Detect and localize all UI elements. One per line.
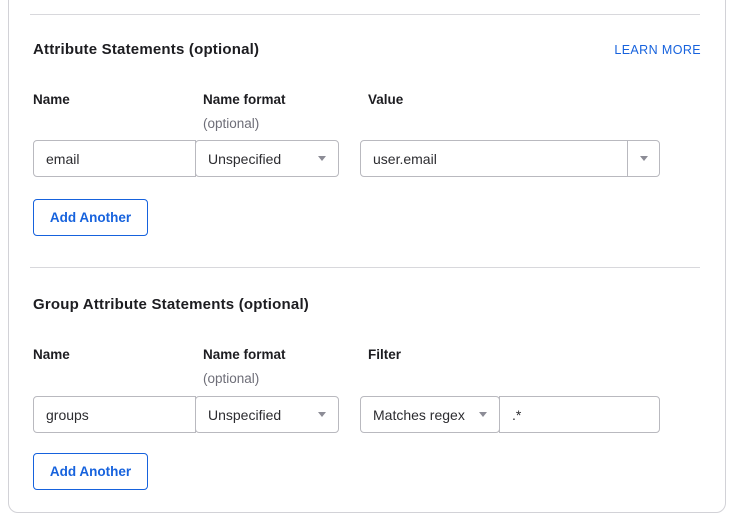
chevron-down-icon bbox=[318, 412, 326, 417]
learn-more-link[interactable]: LEARN MORE bbox=[614, 43, 701, 57]
filter-column-header: Filter bbox=[368, 347, 401, 362]
attr-name-format-select[interactable]: Unspecified bbox=[195, 140, 339, 177]
group-name-format-select[interactable]: Unspecified bbox=[195, 396, 339, 433]
add-another-group-attribute-button[interactable]: Add Another bbox=[33, 453, 148, 490]
attr-value-dropdown-button[interactable] bbox=[627, 140, 660, 177]
chevron-down-icon bbox=[479, 412, 487, 417]
name-format-optional-label: (optional) bbox=[203, 116, 259, 131]
attribute-statements-title: Attribute Statements (optional) bbox=[33, 41, 259, 58]
filter-value-input[interactable] bbox=[499, 396, 660, 433]
filter-type-select[interactable]: Matches regex bbox=[360, 396, 500, 433]
group-attribute-statements-title: Group Attribute Statements (optional) bbox=[33, 296, 309, 313]
group-name-input[interactable] bbox=[33, 396, 196, 433]
section-divider bbox=[30, 14, 700, 15]
group-name-column-header: Name bbox=[33, 347, 70, 362]
add-another-attribute-button[interactable]: Add Another bbox=[33, 199, 148, 236]
group-name-format-selected-label: Unspecified bbox=[208, 407, 310, 423]
chevron-down-icon bbox=[318, 156, 326, 161]
section-divider bbox=[30, 267, 700, 268]
group-name-format-optional-label: (optional) bbox=[203, 371, 259, 386]
name-column-header: Name bbox=[33, 92, 70, 107]
value-column-header: Value bbox=[368, 92, 403, 107]
filter-type-selected-label: Matches regex bbox=[373, 407, 471, 423]
attr-name-format-selected-label: Unspecified bbox=[208, 151, 310, 167]
chevron-down-icon bbox=[640, 156, 648, 161]
group-name-format-column-header: Name format bbox=[203, 347, 286, 362]
settings-card bbox=[8, 0, 726, 513]
attr-name-input[interactable] bbox=[33, 140, 196, 177]
name-format-column-header: Name format bbox=[203, 92, 286, 107]
attr-value-input[interactable] bbox=[360, 140, 628, 177]
